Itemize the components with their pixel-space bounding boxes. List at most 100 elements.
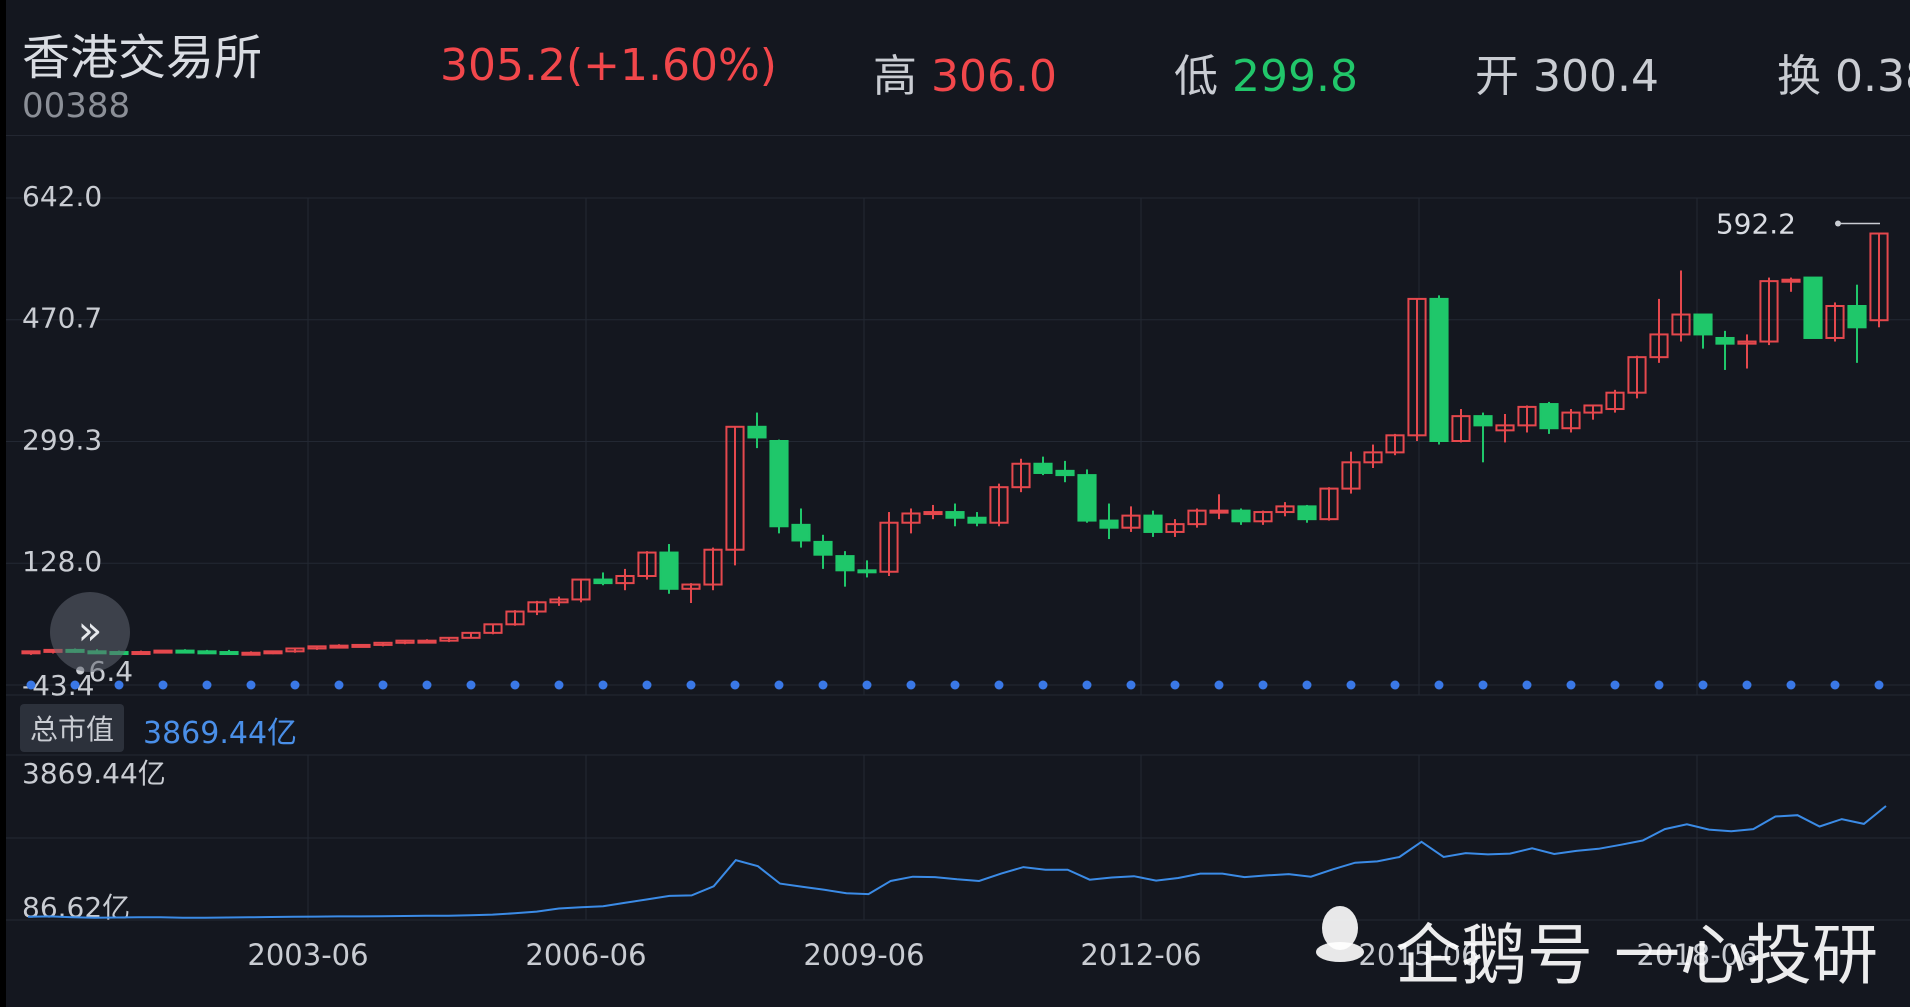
market-cap-badge[interactable]: 总市值 xyxy=(20,704,125,752)
max-marker-dot xyxy=(1835,220,1841,227)
event-dot xyxy=(1522,680,1532,690)
candle-up xyxy=(1209,509,1229,514)
watermark-text: 企鹅号 一心投研 xyxy=(1395,917,1878,994)
event-dot xyxy=(1258,680,1268,690)
candle-down xyxy=(197,650,217,655)
event-dot xyxy=(1830,680,1840,690)
event-dot xyxy=(994,680,1004,690)
event-dot xyxy=(1654,680,1664,690)
candle-down xyxy=(1231,509,1251,523)
y-tick-label: 299.3 xyxy=(22,424,102,457)
candle-down xyxy=(1143,514,1163,533)
candle-down xyxy=(1847,305,1867,329)
candle-up xyxy=(153,649,173,654)
event-dot xyxy=(686,680,696,690)
candle-down xyxy=(1539,403,1559,430)
event-dot xyxy=(114,680,124,690)
event-dot xyxy=(1170,680,1180,690)
event-dot xyxy=(730,680,740,690)
event-dot xyxy=(290,680,300,690)
event-dot xyxy=(774,680,784,690)
event-dot xyxy=(862,680,872,690)
y-tick-label: 642.0 xyxy=(22,180,102,213)
event-dot xyxy=(26,680,36,690)
candle-down xyxy=(175,649,195,654)
candle-up xyxy=(241,651,261,656)
penguin-icon xyxy=(1316,906,1364,962)
event-dot xyxy=(906,680,916,690)
event-dot xyxy=(466,680,476,690)
event-dot xyxy=(1742,680,1752,690)
kline-chart[interactable]: 642.0470.7299.3128.0-43.4•6.4592.23869.4… xyxy=(0,0,1910,1007)
candle-down xyxy=(1077,474,1097,522)
candle-down xyxy=(1099,519,1119,529)
candle-down xyxy=(1033,462,1053,474)
event-dot xyxy=(554,680,564,690)
event-dot xyxy=(158,680,168,690)
event-dot xyxy=(378,680,388,690)
event-dot xyxy=(1390,680,1400,690)
candle-down xyxy=(593,578,613,585)
event-dot xyxy=(1478,680,1488,690)
event-dot xyxy=(202,680,212,690)
candle-down xyxy=(967,516,987,524)
candle-up xyxy=(131,651,151,656)
candle-down xyxy=(945,511,965,519)
event-dot xyxy=(422,680,432,690)
candle-down xyxy=(659,551,679,590)
event-dot xyxy=(1346,680,1356,690)
event-dot xyxy=(1786,680,1796,690)
candle-down xyxy=(769,440,789,528)
event-dot xyxy=(246,680,256,690)
market-cap-value: 3869.44亿 xyxy=(143,716,298,751)
event-dot xyxy=(950,680,960,690)
candle-down xyxy=(1803,276,1823,339)
event-dot xyxy=(818,680,828,690)
candle-down xyxy=(1715,336,1735,345)
y-tick-label: 470.7 xyxy=(22,302,102,335)
candle-down xyxy=(219,651,239,656)
x-tick-label: 2006-06 xyxy=(525,938,646,972)
mcap-y-tick: 3869.44亿 xyxy=(22,757,166,790)
candle-down xyxy=(1693,313,1713,336)
event-dot xyxy=(598,680,608,690)
candle-up xyxy=(1781,278,1801,283)
candle-up xyxy=(21,650,41,655)
candle-up xyxy=(351,643,371,648)
event-dot xyxy=(642,680,652,690)
event-dot xyxy=(1874,680,1884,690)
y-tick-label: 128.0 xyxy=(22,545,102,578)
event-dot xyxy=(334,680,344,690)
candle-up xyxy=(417,639,437,644)
mcap-y-tick: 86.62亿 xyxy=(22,891,130,924)
event-dot xyxy=(1566,680,1576,690)
expand-icon[interactable]: » xyxy=(50,592,130,672)
candle-down xyxy=(791,523,811,542)
candle-up xyxy=(263,650,283,655)
candle-down xyxy=(835,555,855,572)
x-tick-label: 2009-06 xyxy=(803,938,924,972)
candle-down xyxy=(1297,505,1317,521)
event-dot xyxy=(1610,680,1620,690)
event-dot xyxy=(1082,680,1092,690)
event-dot xyxy=(1434,680,1444,690)
event-dot xyxy=(1038,680,1048,690)
market-cap-line xyxy=(27,805,1887,919)
candle-up xyxy=(923,511,943,516)
candle-down xyxy=(1055,469,1075,477)
event-dot xyxy=(1302,680,1312,690)
x-tick-label: 2003-06 xyxy=(247,938,368,972)
event-dot xyxy=(1126,680,1136,690)
candle-down xyxy=(813,540,833,556)
event-dot xyxy=(70,680,80,690)
max-label: 592.2 xyxy=(1716,208,1796,241)
event-dot xyxy=(1698,680,1708,690)
candle-down xyxy=(747,425,767,439)
candle-down xyxy=(857,569,877,574)
event-dot xyxy=(510,680,520,690)
candle-down xyxy=(1473,415,1493,427)
x-tick-label: 2012-06 xyxy=(1080,938,1201,972)
candle-up xyxy=(329,644,349,649)
event-dot xyxy=(1214,680,1224,690)
candle-down xyxy=(1429,297,1449,443)
